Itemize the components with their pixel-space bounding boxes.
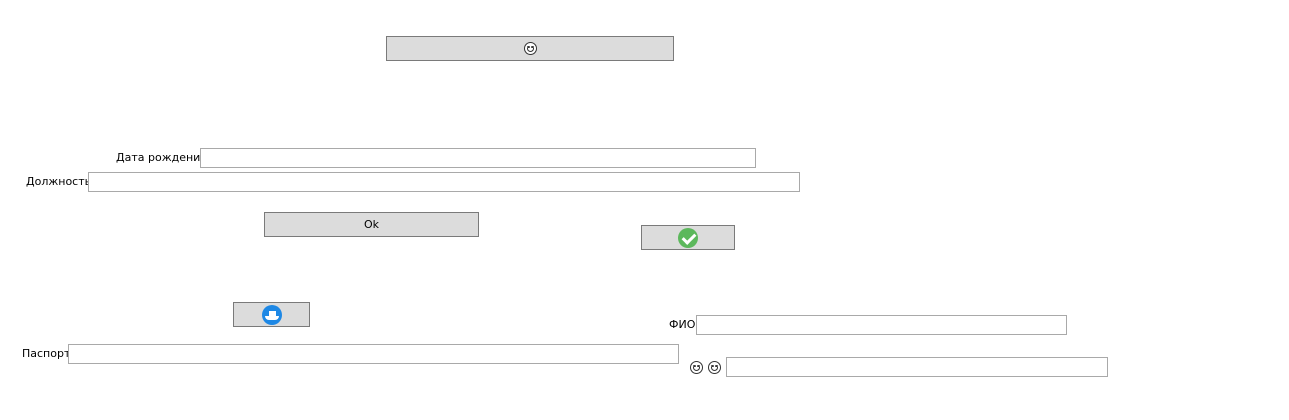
birth-date-label: Дата рождения — [116, 151, 207, 164]
passport-field[interactable] — [68, 344, 679, 364]
grinning-face-icon — [708, 361, 721, 374]
ok-button[interactable]: Ok — [264, 212, 479, 237]
emoji-label — [690, 361, 721, 374]
ship-button[interactable] — [233, 302, 310, 327]
emoji-button[interactable] — [386, 36, 674, 61]
birth-date-field[interactable] — [200, 148, 756, 168]
fio-label: ФИО — [669, 318, 696, 331]
fio-field[interactable] — [696, 315, 1067, 335]
passport-label: Паспорт — [22, 347, 71, 360]
confirm-button[interactable] — [641, 225, 735, 250]
check-icon — [678, 227, 698, 248]
position-label: Должность — [26, 175, 92, 188]
position-field[interactable] — [88, 172, 800, 192]
emoji-field[interactable] — [726, 357, 1108, 377]
laughing-face-icon — [690, 361, 703, 374]
laughing-face-icon — [523, 42, 537, 55]
ship-icon — [261, 304, 282, 325]
ok-button-label: Ok — [363, 218, 380, 231]
